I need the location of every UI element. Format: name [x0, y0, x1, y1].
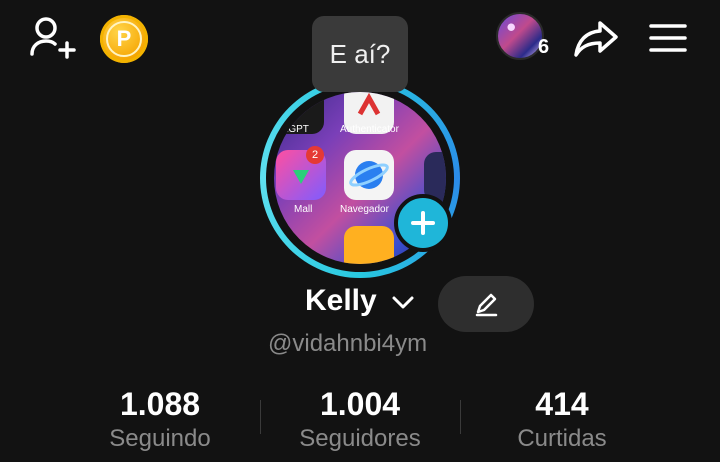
- stat-label: Seguidores: [299, 425, 421, 452]
- app-label: Navegador: [340, 204, 389, 215]
- browser-app-icon: [344, 150, 394, 200]
- notification-avatar[interactable]: [496, 12, 544, 60]
- stat-likes[interactable]: 414 Curtidas: [472, 386, 652, 453]
- app-icon: [344, 226, 394, 264]
- divider: [260, 400, 261, 434]
- profile-name-text: Kelly: [305, 284, 377, 317]
- chevron-down-icon: [392, 296, 414, 309]
- pencil-icon: [475, 293, 498, 317]
- coin-icon: P: [106, 21, 142, 57]
- stat-value: 1.088: [119, 386, 201, 422]
- coin-label: P: [116, 26, 132, 51]
- stat-label: Seguindo: [109, 425, 211, 452]
- plus-icon: [411, 211, 435, 235]
- stat-following[interactable]: 1.088 Seguindo: [70, 386, 250, 453]
- stat-followers[interactable]: 1.004 Seguidores: [270, 386, 450, 453]
- profile-name[interactable]: Kelly: [305, 284, 377, 318]
- add-friend-button[interactable]: [24, 12, 80, 64]
- hamburger-menu-icon: [649, 24, 687, 52]
- coins-button[interactable]: P: [100, 15, 148, 63]
- account-switch-button[interactable]: [390, 292, 418, 314]
- notification-count: 6: [538, 36, 550, 58]
- mall-badge-count: 2: [311, 149, 319, 161]
- stat-value: 1.004: [319, 386, 401, 422]
- app-label: atGPT: [280, 124, 309, 135]
- app-label: Authenticator: [340, 124, 399, 135]
- edit-profile-button[interactable]: [438, 276, 534, 332]
- app-label: Mall: [294, 204, 313, 215]
- share-arrow-icon: [574, 21, 618, 57]
- mall-badge: 2: [306, 146, 324, 164]
- share-button[interactable]: [570, 14, 622, 62]
- status-bubble-text: E aí?: [329, 38, 391, 69]
- status-bubble[interactable]: E aí?: [312, 16, 408, 92]
- person-add-icon: [30, 17, 76, 59]
- username-handle: @vidahnbi4ym: [268, 330, 428, 357]
- divider: [460, 400, 461, 434]
- stat-label: Curtidas: [517, 425, 607, 452]
- menu-button[interactable]: [644, 16, 692, 60]
- stat-value: 414: [535, 386, 589, 422]
- add-profile-photo-button[interactable]: [394, 194, 452, 252]
